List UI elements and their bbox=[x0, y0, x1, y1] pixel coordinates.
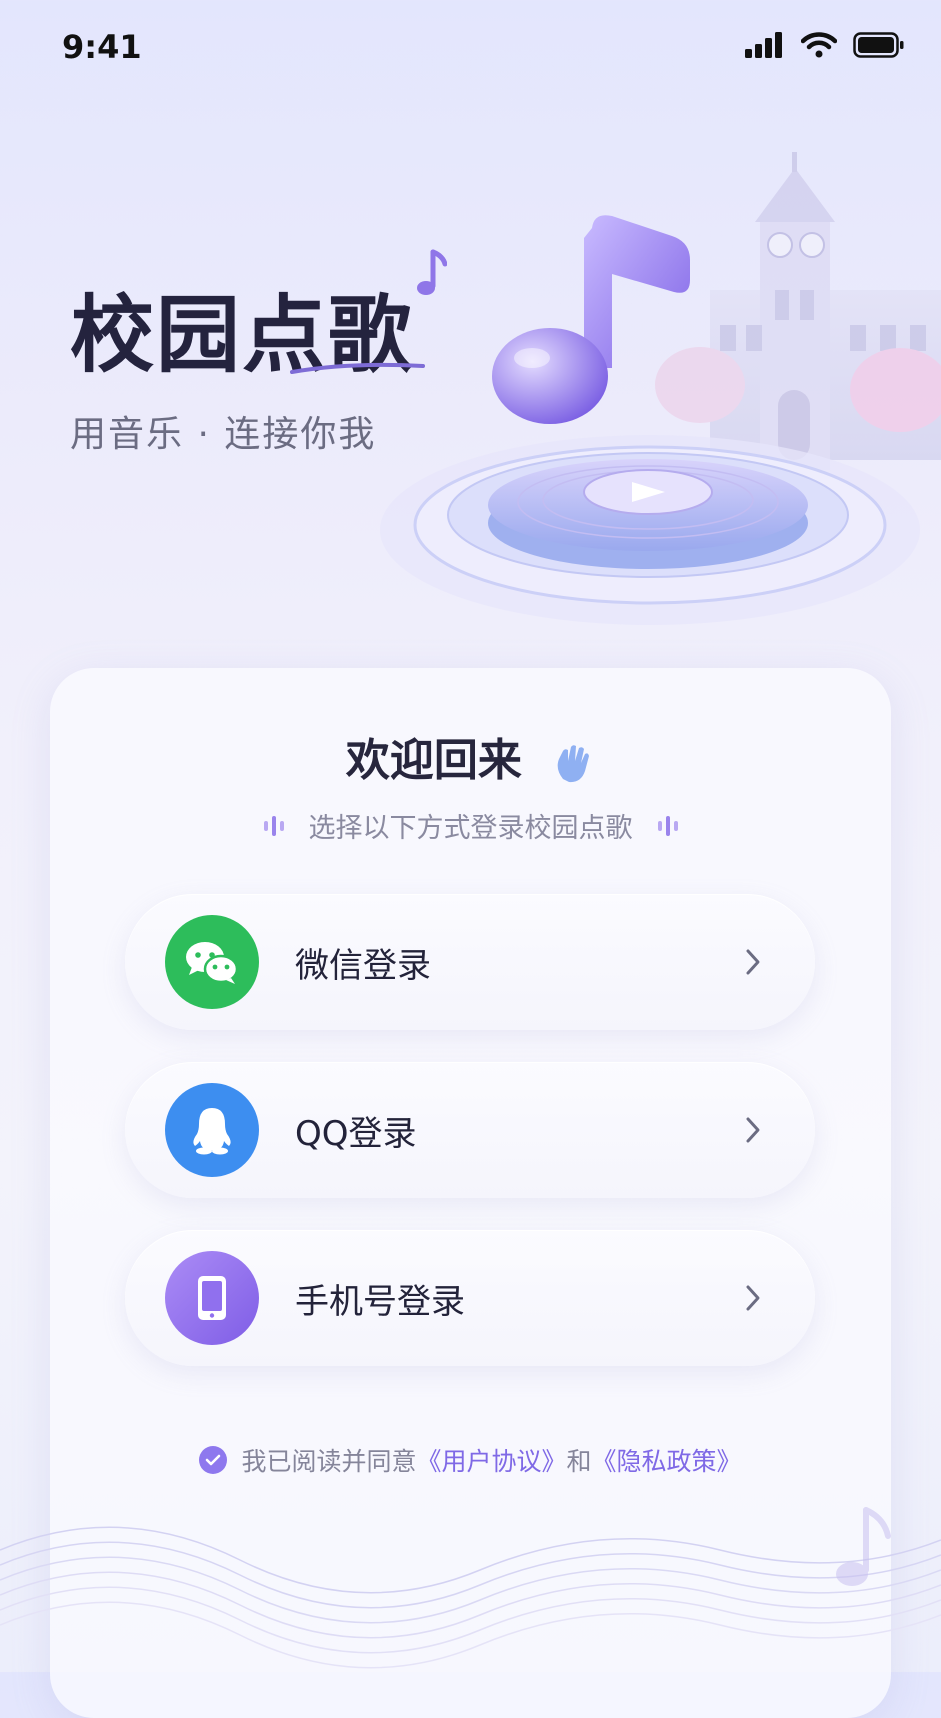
login-hint-text: 选择以下方式登录校园点歌 bbox=[308, 813, 633, 844]
user-agreement-link[interactable]: 《用户协议》 bbox=[416, 1442, 566, 1478]
sound-wave-icon bbox=[657, 815, 678, 836]
qq-penguin-icon bbox=[165, 1083, 259, 1177]
agreement-and: 和 bbox=[566, 1447, 592, 1476]
welcome-heading: 欢迎回来 bbox=[0, 724, 941, 788]
check-icon bbox=[206, 1454, 221, 1466]
signal-icon bbox=[745, 32, 782, 58]
wechat-login-button[interactable]: 微信登录 bbox=[125, 894, 815, 1030]
status-time: 9:41 bbox=[62, 28, 142, 66]
battery-icon bbox=[853, 32, 904, 58]
wechat-icon bbox=[165, 915, 259, 1009]
wechat-login-label: 微信登录 bbox=[295, 945, 431, 986]
privacy-policy-link[interactable]: 《隐私政策》 bbox=[592, 1442, 742, 1478]
app-subtitle: 用音乐 · 连接你我 bbox=[70, 414, 377, 455]
sound-wave-icon bbox=[263, 815, 284, 836]
waving-hand-icon bbox=[557, 745, 590, 783]
wifi-icon bbox=[801, 32, 837, 58]
phone-login-button[interactable]: 手机号登录 bbox=[125, 1230, 815, 1366]
qq-login-label: QQ登录 bbox=[295, 1113, 417, 1154]
phone-login-label: 手机号登录 bbox=[295, 1281, 465, 1322]
qq-login-button[interactable]: QQ登录 bbox=[125, 1062, 815, 1198]
chevron-right-icon bbox=[746, 949, 760, 975]
chevron-right-icon bbox=[746, 1117, 760, 1143]
login-hint-row: 选择以下方式登录校园点歌 bbox=[0, 806, 941, 845]
status-icons bbox=[745, 32, 905, 58]
status-bar: 9:41 bbox=[0, 0, 941, 100]
agreement-prefix: 我已阅读并同意 bbox=[241, 1447, 417, 1476]
agreement-row: 我已阅读并同意 《用户协议》 和 《隐私政策》 bbox=[0, 1442, 941, 1478]
welcome-text: 欢迎回来 bbox=[345, 735, 522, 786]
chevron-right-icon bbox=[746, 1285, 760, 1311]
music-hero-illustration bbox=[380, 152, 941, 625]
agreement-checkbox[interactable] bbox=[199, 1446, 228, 1474]
decorative-waves bbox=[0, 1507, 941, 1669]
phone-icon bbox=[165, 1251, 259, 1345]
